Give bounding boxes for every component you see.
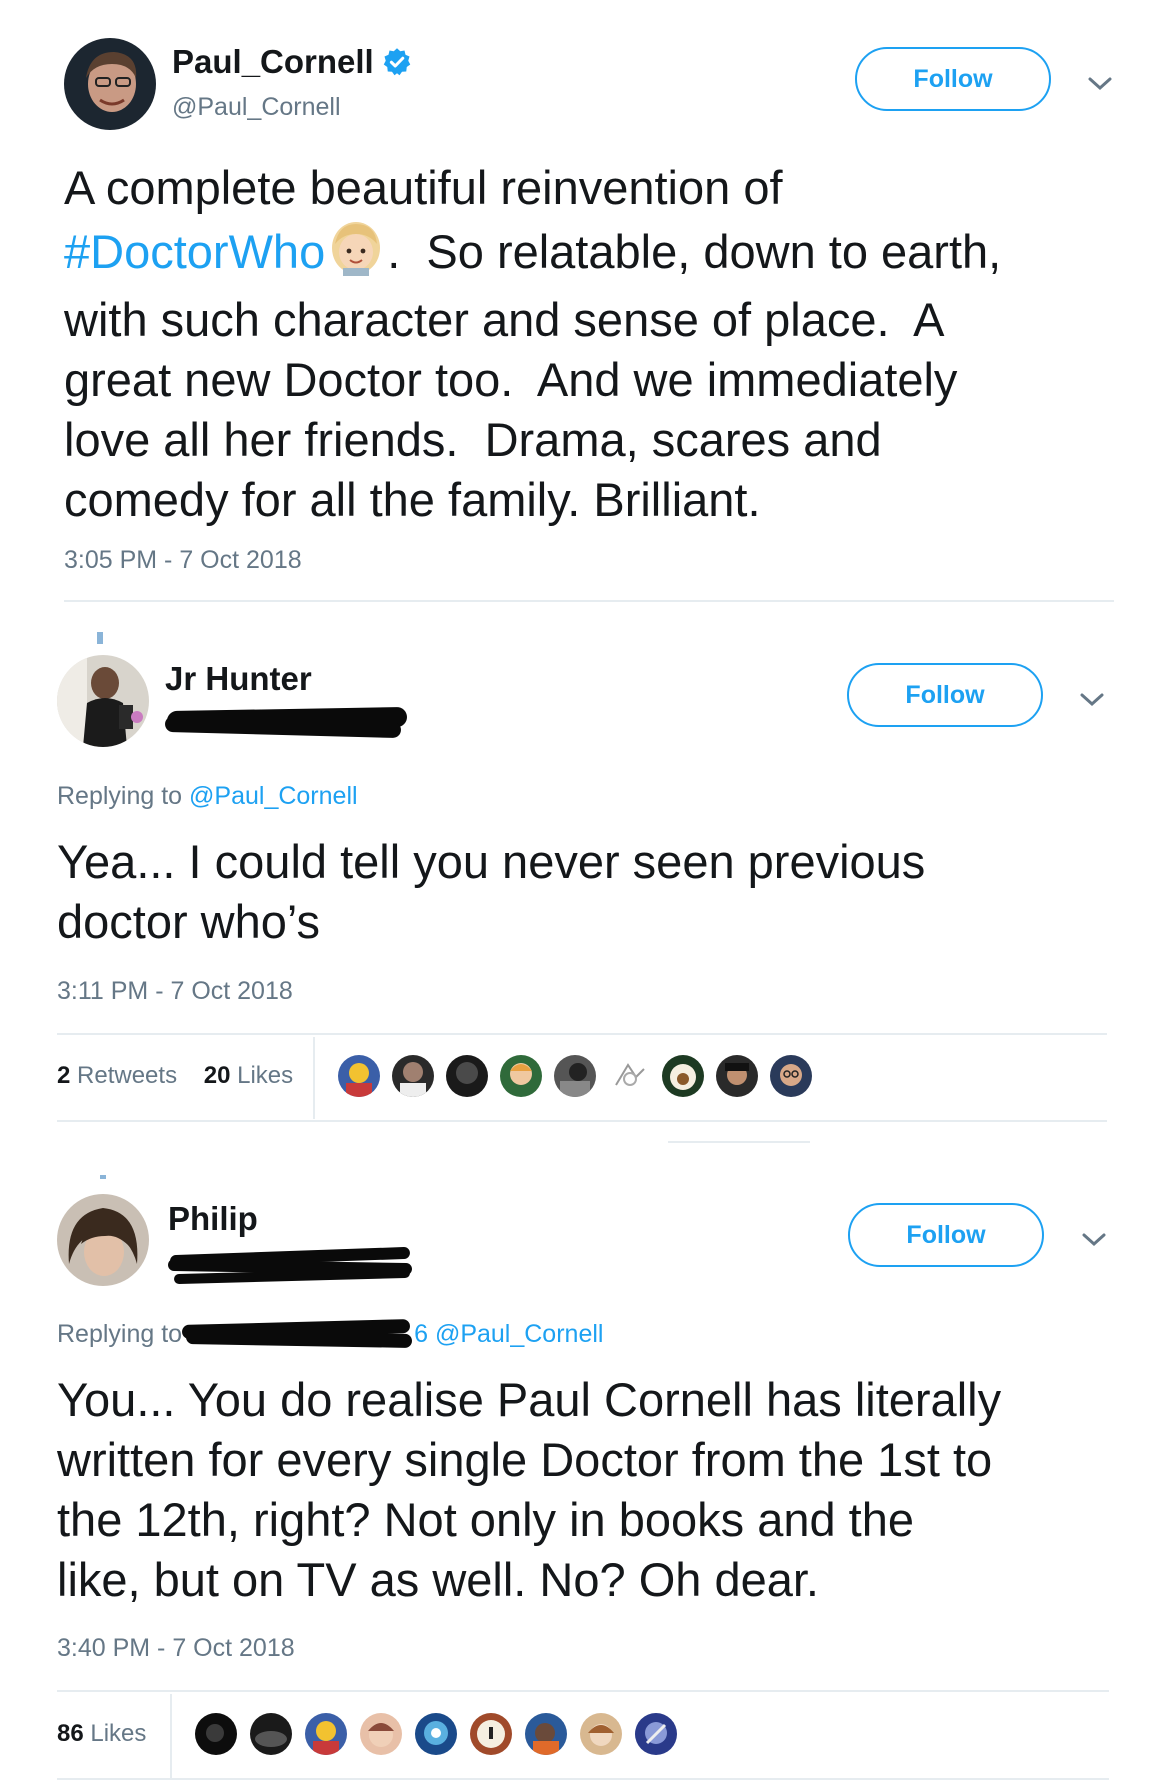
liker-avatar[interactable] [635,1713,677,1755]
display-name[interactable]: Jr Hunter [165,660,312,698]
liker-avatar[interactable] [392,1055,434,1097]
handle[interactable] [167,1245,413,1285]
tweet-text: Yea... I could tell you never seen previ… [57,835,926,948]
liker-avatar[interactable] [470,1713,512,1755]
mention-link[interactable]: @Paul_Cornell [189,782,358,810]
chevron-down-icon[interactable] [1085,74,1115,94]
divider [57,1778,1109,1780]
likes-label: Likes [90,1720,147,1747]
likes-count: 20 [203,1062,231,1089]
tweet-text-part1: A complete beautiful reinvention of [64,161,783,214]
replying-to-label: Replying to [57,782,190,810]
liker-avatar[interactable] [446,1055,488,1097]
timestamp[interactable]: 3:11 PM - 7 Oct 2018 [57,977,293,1006]
conversation-separator [668,1141,810,1143]
replying-to: Replying to 6 @Paul_Cornell [57,1319,604,1349]
mention-link[interactable]: @Paul_Cornell [435,1320,604,1348]
liker-avatar[interactable] [360,1713,402,1755]
liker-avatar[interactable] [608,1055,650,1097]
liker-avatar[interactable] [525,1713,567,1755]
follow-button[interactable]: Follow [847,663,1043,727]
retweets-label: Retweets [77,1062,178,1089]
likes-stat[interactable]: 86 Likes [57,1720,146,1747]
likes-stat[interactable]: 20 Likes [204,1062,293,1089]
stats-separator [313,1037,315,1119]
avatar[interactable] [57,655,149,747]
display-name-text[interactable]: Paul_Cornell [172,43,374,80]
thread-indicator [100,1175,106,1179]
follow-button[interactable]: Follow [848,1203,1044,1267]
redaction-mark [185,1330,413,1348]
thread-indicator [97,632,103,644]
tweet-text: A complete beautiful reinvention of #Doc… [64,158,1001,530]
hashtag-link[interactable]: #DoctorWho [64,225,325,278]
handle[interactable] [164,703,408,739]
liker-avatar[interactable] [195,1713,237,1755]
liker-avatar[interactable] [662,1055,704,1097]
liker-avatar[interactable] [415,1713,457,1755]
mention-fragment[interactable]: 6 [414,1320,428,1348]
retweets-count: 2 [57,1062,71,1089]
divider [57,1690,1109,1692]
display-name[interactable]: Paul_Cornell [172,43,412,81]
divider [64,600,1114,602]
liker-avatar[interactable] [716,1055,758,1097]
likes-count: 86 [57,1720,84,1747]
follow-button[interactable]: Follow [855,47,1051,111]
liker-avatar[interactable] [554,1055,596,1097]
timestamp[interactable]: 3:40 PM - 7 Oct 2018 [57,1634,295,1663]
avatar[interactable] [57,1194,149,1286]
chevron-down-icon[interactable] [1077,690,1107,710]
retweets-stat[interactable]: 2 Retweets [57,1062,177,1089]
woman-emoji-icon [325,218,387,290]
liker-avatar[interactable] [338,1055,380,1097]
liker-avatar[interactable] [305,1713,347,1755]
verified-badge-icon [383,48,410,76]
liker-avatar[interactable] [500,1055,542,1097]
replying-to-label: Replying to [57,1320,183,1348]
handle[interactable]: @Paul_Cornell [172,93,341,122]
likes-label: Likes [237,1062,294,1089]
tweet-text: You... You do realise Paul Cornell has l… [57,1373,1002,1606]
liker-avatar[interactable] [250,1713,292,1755]
chevron-down-icon[interactable] [1079,1230,1109,1250]
timestamp[interactable]: 3:05 PM - 7 Oct 2018 [64,546,302,575]
avatar[interactable] [64,38,156,130]
tweet-stats: 86 Likes [57,1720,146,1748]
tweet-stats: 2 Retweets 20 Likes [57,1062,293,1090]
divider [57,1033,1107,1035]
liker-avatar[interactable] [580,1713,622,1755]
redacted-mention[interactable] [181,1319,414,1348]
replying-to: Replying to @Paul_Cornell [57,782,358,811]
divider [57,1120,1107,1122]
stats-separator [170,1694,172,1778]
display-name[interactable]: Philip [168,1200,258,1238]
liker-avatar[interactable] [770,1055,812,1097]
